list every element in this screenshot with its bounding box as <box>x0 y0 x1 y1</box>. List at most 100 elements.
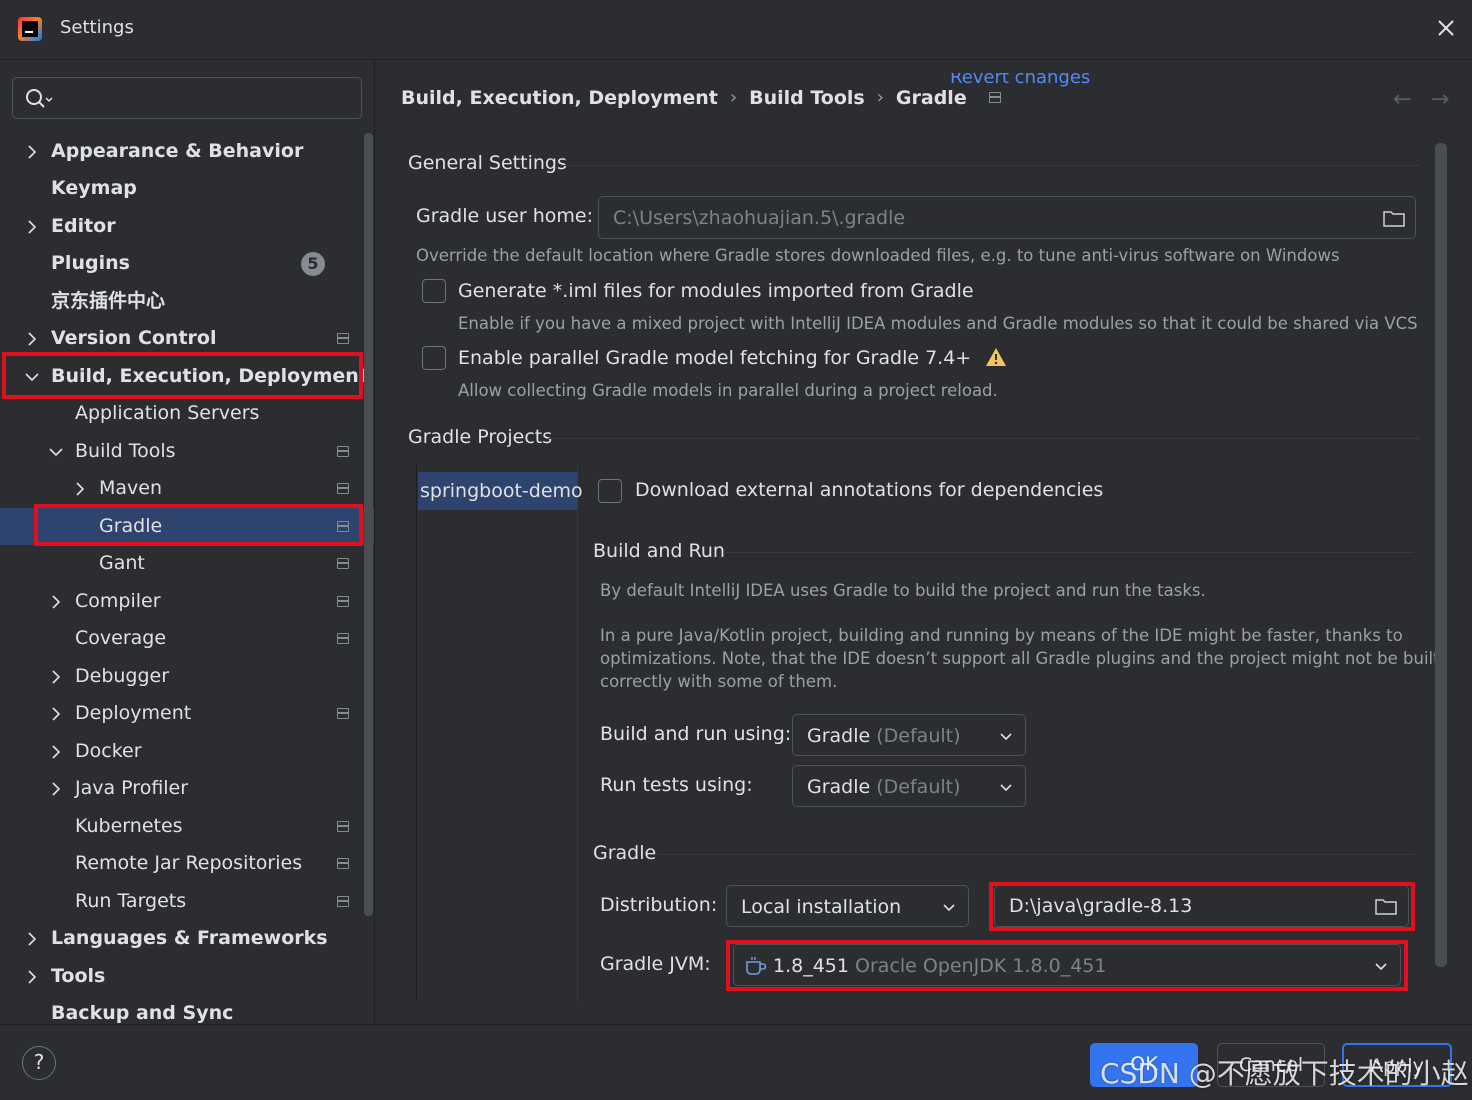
parallel-fetching-checkbox[interactable] <box>422 346 446 370</box>
chevron-right-icon[interactable] <box>48 733 64 770</box>
tree-item-label: Version Control <box>51 327 217 349</box>
generate-iml-label[interactable]: Generate *.iml files for modules importe… <box>458 280 974 302</box>
gradle-home-path-value: D:\java\gradle-8.13 <box>1009 895 1193 917</box>
chevron-down-icon[interactable] <box>1374 959 1388 973</box>
parallel-fetching-help: Allow collecting Gradle models in parall… <box>458 381 998 400</box>
project-level-icon <box>337 896 349 907</box>
chevron-down-icon[interactable] <box>999 780 1013 794</box>
tree-item-remote-jar-repositories[interactable]: Remote Jar Repositories <box>0 845 374 882</box>
tree-item-label: Editor <box>51 215 116 237</box>
section-divider <box>548 438 1420 439</box>
tree-item-java-profiler[interactable]: Java Profiler <box>0 770 374 807</box>
folder-icon[interactable] <box>1375 898 1397 915</box>
download-annotations-label[interactable]: Download external annotations for depend… <box>635 479 1103 501</box>
project-level-icon <box>988 92 1001 103</box>
chevron-down-icon[interactable] <box>48 433 64 470</box>
close-icon[interactable] <box>1434 16 1458 40</box>
distribution-label: Distribution: <box>600 894 718 916</box>
revert-changes-link[interactable]: Revert changes <box>950 73 1090 88</box>
run-tests-using-value: Gradle (Default) <box>807 776 961 798</box>
generate-iml-checkbox[interactable] <box>422 279 446 303</box>
title-bar: Settings <box>0 0 1472 60</box>
gradle-user-home-field[interactable]: C:\Users\zhaohuajian.5\.gradle <box>598 196 1416 239</box>
window-title: Settings <box>60 17 134 38</box>
jdk-cup-icon <box>746 957 767 975</box>
build-run-note-line1: In a pure Java/Kotlin project, building … <box>600 626 1403 645</box>
parallel-fetching-label[interactable]: Enable parallel Gradle model fetching fo… <box>458 347 1007 369</box>
warning-icon <box>986 348 1007 366</box>
tree-item-label: Deployment <box>75 702 192 724</box>
help-button[interactable]: ? <box>22 1046 56 1080</box>
tree-item-version-control[interactable]: Version Control <box>0 320 374 357</box>
forward-arrow-icon[interactable]: → <box>1431 87 1449 112</box>
run-tests-using-select[interactable]: Gradle (Default) <box>792 765 1026 807</box>
breadcrumb-item[interactable]: Build Tools <box>749 87 865 109</box>
tree-item-label: Compiler <box>75 590 161 612</box>
content-scrollbar[interactable] <box>1435 143 1447 967</box>
tree-item-build-tools[interactable]: Build Tools <box>0 433 374 470</box>
breadcrumb: Build, Execution, Deployment › Build Tools… <box>401 86 1001 110</box>
tree-item-label: Gant <box>99 552 145 574</box>
general-settings-title: General Settings <box>408 152 567 174</box>
tree-item-appearance-behavior[interactable]: Appearance & Behavior <box>0 133 374 170</box>
chevron-down-icon[interactable] <box>24 358 40 395</box>
tree-item-kubernetes[interactable]: Kubernetes <box>0 808 374 845</box>
tree-item-maven[interactable]: Maven <box>0 470 374 507</box>
chevron-right-icon[interactable] <box>48 658 64 695</box>
chevron-down-icon[interactable] <box>999 729 1013 743</box>
build-run-using-select[interactable]: Gradle (Default) <box>792 714 1026 756</box>
tree-item-deployment[interactable]: Deployment <box>0 695 374 732</box>
tree-item-docker[interactable]: Docker <box>0 733 374 770</box>
chevron-right-icon[interactable] <box>24 320 40 357</box>
tree-item-coverage[interactable]: Coverage <box>0 620 374 657</box>
chevron-right-icon[interactable] <box>24 133 40 170</box>
chevron-right-icon[interactable] <box>24 208 40 245</box>
folder-icon[interactable] <box>1383 210 1405 227</box>
tree-item-tools[interactable]: Tools <box>0 958 374 995</box>
tree-item-build-execution-deployment[interactable]: Build, Execution, Deployment <box>0 358 374 395</box>
tree-item-plugins[interactable]: Plugins 5 <box>0 245 374 282</box>
tree-item-editor[interactable]: Editor <box>0 208 374 245</box>
distribution-select[interactable]: Local installation <box>726 885 969 927</box>
tree-item-label: Build, Execution, Deployment <box>51 365 368 387</box>
tree-item-label: Remote Jar Repositories <box>75 852 303 874</box>
tree-item-label: 京东插件中心 <box>51 290 166 312</box>
section-divider <box>562 165 1420 166</box>
parallel-fetching-text: Enable parallel Gradle model fetching fo… <box>458 347 972 369</box>
chevron-right-icon[interactable] <box>72 470 88 507</box>
gradle-jvm-select[interactable]: 1.8_451 Oracle OpenJDK 1.8.0_451 <box>733 944 1401 986</box>
tree-item-jd-plugin-center[interactable]: 京东插件中心 <box>0 283 374 320</box>
chevron-right-icon[interactable] <box>24 958 40 995</box>
tree-item-label: Application Servers <box>75 402 260 424</box>
tree-item-debugger[interactable]: Debugger <box>0 658 374 695</box>
project-item-springboot-demo[interactable]: springboot-demo <box>418 472 583 510</box>
back-arrow-icon[interactable]: ← <box>1393 87 1411 112</box>
settings-sidebar: Appearance & Behavior Keymap Editor Plug… <box>0 61 375 1024</box>
settings-content: Build, Execution, Deployment › Build Tools… <box>376 61 1472 1024</box>
chevron-right-icon[interactable] <box>48 695 64 732</box>
section-divider <box>658 854 1414 855</box>
build-run-note-line3: correctly with some of them. <box>600 672 838 691</box>
chevron-right-icon[interactable] <box>24 920 40 957</box>
search-input[interactable] <box>12 77 362 119</box>
build-run-note-line2: optimizations. Note, that the IDE doesn’… <box>600 649 1440 668</box>
chevron-down-icon[interactable] <box>942 900 956 914</box>
chevron-right-icon[interactable] <box>48 583 64 620</box>
tree-item-label: Coverage <box>75 627 167 649</box>
distribution-value: Local installation <box>741 896 902 918</box>
tree-item-compiler[interactable]: Compiler <box>0 583 374 620</box>
gradle-user-home-value: C:\Users\zhaohuajian.5\.gradle <box>613 207 906 229</box>
gradle-home-path-field[interactable]: D:\java\gradle-8.13 <box>994 885 1409 927</box>
tree-item-keymap[interactable]: Keymap <box>0 170 374 207</box>
tree-item-application-servers[interactable]: Application Servers <box>0 395 374 432</box>
project-level-icon <box>337 521 349 532</box>
sidebar-scrollbar[interactable] <box>364 133 373 916</box>
tree-item-languages-frameworks[interactable]: Languages & Frameworks <box>0 920 374 957</box>
tree-item-run-targets[interactable]: Run Targets <box>0 883 374 920</box>
gradle-projects-list: springboot-demo <box>416 465 583 1001</box>
tree-item-gradle[interactable]: Gradle <box>0 508 374 545</box>
tree-item-gant[interactable]: Gant <box>0 545 374 582</box>
chevron-right-icon[interactable] <box>48 770 64 807</box>
download-annotations-checkbox[interactable] <box>598 479 622 503</box>
breadcrumb-item[interactable]: Build, Execution, Deployment <box>401 87 718 109</box>
